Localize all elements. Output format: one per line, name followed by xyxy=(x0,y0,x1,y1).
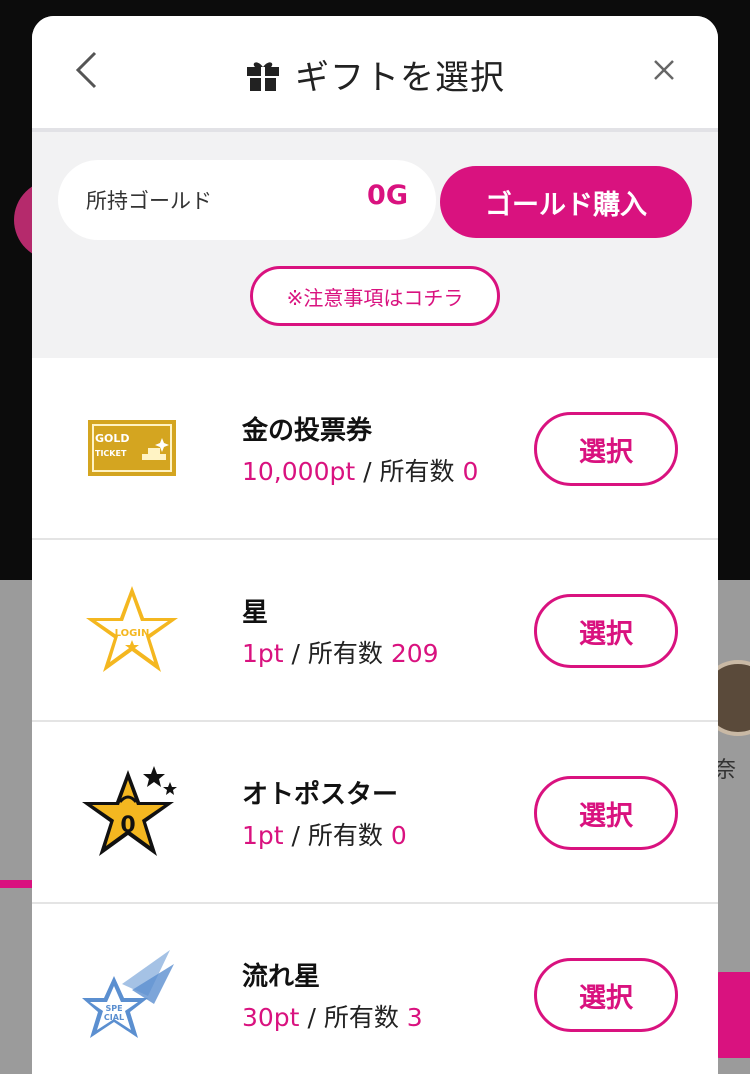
gift-owned-count: 0 xyxy=(390,821,407,850)
oto-star-icon: 0 xyxy=(82,762,182,862)
separator: / xyxy=(363,457,380,486)
modal-title: ギフトを選択 xyxy=(295,58,505,98)
gold-balance-value: 0G xyxy=(367,180,408,211)
gift-list: GOLD TICKET 金の投票券 10,000pt / 所有数 0 選択 LO… xyxy=(32,358,718,1074)
notice-link-button[interactable]: ※注意事項はコチラ xyxy=(250,266,500,326)
gift-owned-label: 所有数 xyxy=(323,1003,399,1032)
gift-name: 流れ星 xyxy=(242,962,321,992)
gift-name: オトポスター xyxy=(242,780,399,810)
gold-balance-label: 所持ゴールド xyxy=(86,189,212,213)
close-icon xyxy=(654,60,674,80)
login-star-text: LOGIN xyxy=(115,628,150,639)
login-star-icon: LOGIN xyxy=(82,580,182,680)
close-button[interactable] xyxy=(648,54,680,86)
separator: / xyxy=(291,821,308,850)
modal-title-group: ギフトを選択 xyxy=(32,50,718,99)
gold-ticket-text-2: TICKET xyxy=(95,449,127,458)
gift-name: 星 xyxy=(242,598,269,628)
separator: / xyxy=(307,1003,324,1032)
gift-item-gold-ticket: GOLD TICKET 金の投票券 10,000pt / 所有数 0 選択 xyxy=(32,358,718,540)
gold-ticket-text-1: GOLD xyxy=(95,432,130,445)
gift-owned-label: 所有数 xyxy=(379,457,455,486)
gift-meta: 1pt / 所有数 0 xyxy=(242,816,407,852)
gift-owned-count: 0 xyxy=(462,457,479,486)
gift-item-star: LOGIN 星 1pt / 所有数 209 選択 xyxy=(32,540,718,722)
gift-meta: 10,000pt / 所有数 0 xyxy=(242,452,478,488)
gold-balance-box: 所持ゴールド 0G xyxy=(58,160,436,240)
select-button[interactable]: 選択 xyxy=(534,958,678,1032)
gift-points: 10,000pt xyxy=(242,457,356,486)
gift-points: 1pt xyxy=(242,639,284,668)
gift-owned-count: 209 xyxy=(390,639,439,668)
gold-balance-section: 所持ゴールド 0G ゴールド購入 ※注意事項はコチラ xyxy=(32,132,718,358)
gold-ticket-icon: GOLD TICKET xyxy=(82,398,182,498)
gift-icon xyxy=(247,61,279,91)
gift-select-modal: ギフトを選択 所持ゴールド 0G ゴールド購入 ※注意事項はコチラ GOLD T xyxy=(32,16,718,1074)
buy-gold-button[interactable]: ゴールド購入 xyxy=(440,166,692,238)
select-button[interactable]: 選択 xyxy=(534,776,678,850)
shooting-star-icon: SPE CIAL xyxy=(82,944,182,1044)
gift-owned-label: 所有数 xyxy=(307,821,383,850)
gift-item-shooting-star: SPE CIAL 流れ星 30pt / 所有数 3 選択 xyxy=(32,904,718,1074)
gift-owned-count: 3 xyxy=(406,1003,423,1032)
gift-meta: 1pt / 所有数 209 xyxy=(242,634,439,670)
select-button[interactable]: 選択 xyxy=(534,412,678,486)
modal-header: ギフトを選択 xyxy=(32,16,718,132)
separator: / xyxy=(291,639,308,668)
gift-owned-label: 所有数 xyxy=(307,639,383,668)
gift-meta: 30pt / 所有数 3 xyxy=(242,998,423,1034)
oto-star-text: 0 xyxy=(120,813,135,838)
shooting-star-text-2: CIAL xyxy=(104,1013,124,1022)
gift-item-oto-poster: 0 オトポスター 1pt / 所有数 0 選択 xyxy=(32,722,718,904)
shooting-star-text-1: SPE xyxy=(105,1004,122,1013)
gift-points: 1pt xyxy=(242,821,284,850)
gift-name: 金の投票券 xyxy=(242,416,373,446)
select-button[interactable]: 選択 xyxy=(534,594,678,668)
gift-points: 30pt xyxy=(242,1003,300,1032)
